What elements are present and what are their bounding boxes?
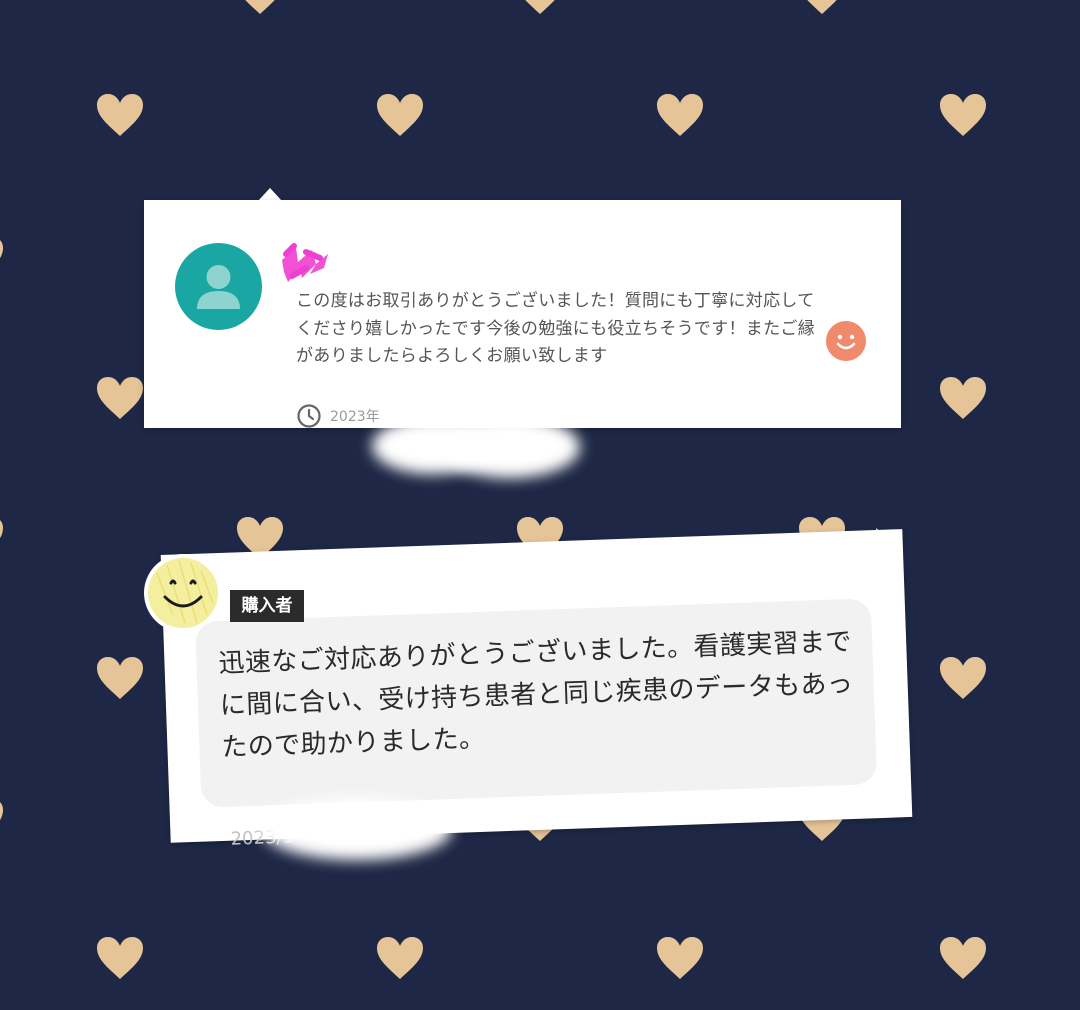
heart-icon bbox=[0, 0, 5, 16]
review-date-1: 2023年 bbox=[296, 404, 380, 428]
heart-icon bbox=[235, 0, 285, 16]
heart-icon bbox=[938, 655, 988, 701]
heart-icon bbox=[938, 92, 988, 138]
redaction-scribble bbox=[282, 243, 328, 282]
heart-icon bbox=[655, 935, 705, 981]
heart-icon bbox=[95, 935, 145, 981]
review-card-2-wrapper: 迅速なご対応ありがとうございました。看護実習までに間に合い、受け持ち患者と同じ疾… bbox=[160, 508, 930, 850]
review-text-1: この度はお取引ありがとうございました！質問にも丁寧に対応してくださり嬉しかったで… bbox=[296, 291, 815, 366]
heart-icon bbox=[655, 92, 705, 138]
buyer-badge: 購入者 bbox=[230, 590, 304, 622]
clock-icon bbox=[297, 404, 321, 428]
review-card-2: 迅速なご対応ありがとうございました。看護実習までに間に合い、受け持ち患者と同じ疾… bbox=[160, 527, 913, 850]
heart-icon bbox=[375, 92, 425, 138]
heart-icon bbox=[515, 0, 565, 16]
user-avatar-icon bbox=[175, 243, 262, 330]
blur-mask bbox=[262, 798, 452, 860]
smile-face-icon bbox=[826, 321, 866, 361]
heart-icon bbox=[938, 935, 988, 981]
heart-icon bbox=[95, 375, 145, 421]
heart-icon bbox=[95, 655, 145, 701]
heart-icon bbox=[95, 92, 145, 138]
blur-mask bbox=[440, 416, 580, 478]
card2-pointer bbox=[876, 527, 899, 550]
yellow-smiley-icon bbox=[144, 554, 222, 632]
heart-icon bbox=[0, 515, 5, 561]
heart-icon bbox=[0, 797, 5, 843]
heart-icon bbox=[375, 935, 425, 981]
heart-icon bbox=[938, 375, 988, 421]
date-text-1: 2023年 bbox=[330, 409, 380, 425]
heart-icon bbox=[797, 0, 847, 16]
heart-icon bbox=[0, 235, 5, 281]
review-bubble-2: 迅速なご対応ありがとうございました。看護実習までに間に合い、受け持ち患者と同じ疾… bbox=[195, 598, 878, 850]
review-text-2: 迅速なご対応ありがとうございました。看護実習までに間に合い、受け持ち患者と同じ疾… bbox=[218, 626, 854, 763]
review-card-1: この度はお取引ありがとうございました！質問にも丁寧に対応してくださり嬉しかったで… bbox=[144, 200, 901, 428]
